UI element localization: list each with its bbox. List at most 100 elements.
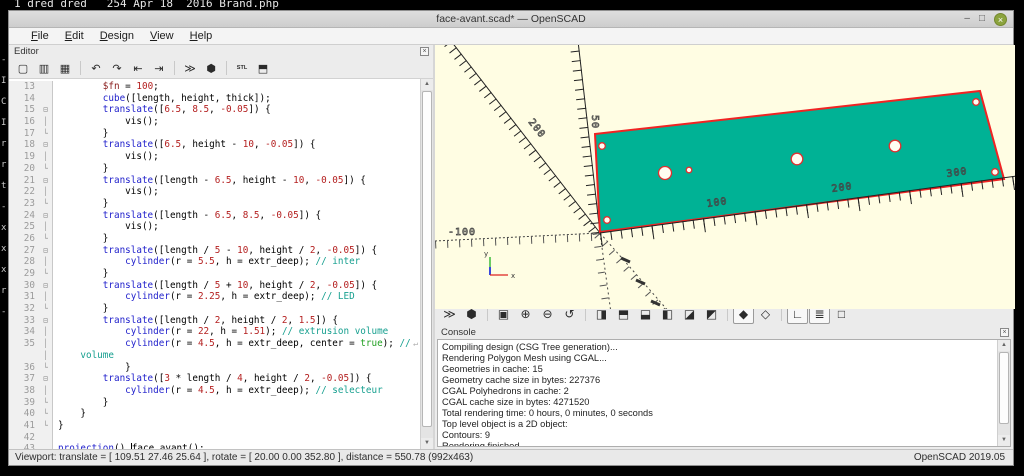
render-icon[interactable]: ⬢ xyxy=(201,59,221,77)
code-line[interactable]: 13 $fn = 100; xyxy=(9,81,420,93)
line-number: 23 xyxy=(9,198,39,210)
fold-marker xyxy=(39,432,53,444)
code-line[interactable]: 22│ vis(); xyxy=(9,186,420,198)
viewport-3d[interactable]: -100 100 200 300 200 50 y x xyxy=(435,45,1013,301)
background-terminal-text: 1 dred dred 254 Apr 18 2016 Brand.php xyxy=(14,0,279,10)
status-bar: Viewport: translate = [ 109.51 27.46 25.… xyxy=(9,449,1013,465)
indent-icon[interactable]: ⇥ xyxy=(149,59,169,77)
code-line[interactable]: 28│ cylinder(r = 5.5, h = extr_deep); //… xyxy=(9,256,420,268)
hole-bottom-left xyxy=(604,217,611,224)
line-wrap-icon: ↵ xyxy=(413,338,418,350)
editor-scrollbar[interactable]: ▲ ▼ xyxy=(420,79,433,449)
code-text: } xyxy=(53,397,108,409)
code-line[interactable]: 35│ cylinder(r = 4.5, h = extr_deep, cen… xyxy=(9,338,420,350)
close-icon[interactable]: × xyxy=(994,13,1007,26)
code-line[interactable]: 25│ vis(); xyxy=(9,221,420,233)
code-line[interactable]: 42 xyxy=(9,432,420,444)
unindent-icon[interactable]: ⇤ xyxy=(128,59,148,77)
console-line: Rendering finished. xyxy=(442,441,996,447)
code-line[interactable]: │ volume xyxy=(9,350,420,362)
line-number: 36 xyxy=(9,362,39,374)
code-line[interactable]: 39└ } xyxy=(9,397,420,409)
code-line[interactable]: 37⊟ translate([3 * length / 4, height / … xyxy=(9,373,420,385)
undo-icon[interactable]: ↶ xyxy=(86,59,106,77)
scroll-down-icon[interactable]: ▼ xyxy=(421,438,433,449)
code-line[interactable]: 17└ } xyxy=(9,128,420,140)
console-scrollbar-thumb[interactable] xyxy=(999,352,1009,424)
fold-marker[interactable]: ⊟ xyxy=(39,175,53,187)
menu-design[interactable]: Design xyxy=(92,30,142,42)
code-line[interactable]: 18⊟ translate([6.5, height - 10, -0.05])… xyxy=(9,139,420,151)
line-number: 42 xyxy=(9,432,39,444)
code-line[interactable]: 30⊟ translate([length / 5 + 10, height /… xyxy=(9,280,420,292)
code-line[interactable]: 15⊟ translate([6.5, 8.5, -0.05]) { xyxy=(9,104,420,116)
title-bar[interactable]: face-avant.scad* — OpenSCAD – □ × xyxy=(9,11,1013,28)
toolbar-separator xyxy=(585,307,586,321)
code-line[interactable]: 36└ } xyxy=(9,362,420,374)
fold-marker[interactable]: ⊟ xyxy=(39,373,53,385)
save-icon[interactable]: ▦ xyxy=(55,59,75,77)
console-scroll-up-icon[interactable]: ▲ xyxy=(998,340,1010,351)
code-text: cylinder(r = 22, h = 1.51); // extrusion… xyxy=(53,326,388,338)
code-line[interactable]: 41└} xyxy=(9,420,420,432)
fold-marker[interactable]: ⊟ xyxy=(39,104,53,116)
code-line[interactable]: 24⊟ translate([length - 6.5, 8.5, -0.05]… xyxy=(9,210,420,222)
code-line[interactable]: 31│ cylinder(r = 2.25, h = extr_deep); /… xyxy=(9,291,420,303)
menu-help[interactable]: Help xyxy=(182,30,221,42)
fold-marker[interactable]: ⊟ xyxy=(39,210,53,222)
fold-marker[interactable]: ⊟ xyxy=(39,315,53,327)
console-scroll-down-icon[interactable]: ▼ xyxy=(998,435,1010,446)
menu-view[interactable]: View xyxy=(142,30,182,42)
code-line[interactable]: 20└ } xyxy=(9,163,420,175)
menu-file[interactable]: File xyxy=(23,30,57,42)
code-line[interactable]: 38│ cylinder(r = 4.5, h = extr_deep); //… xyxy=(9,385,420,397)
hole-bottom-right xyxy=(992,169,999,176)
hole-selecteur xyxy=(889,140,901,152)
code-line[interactable]: 23└ } xyxy=(9,198,420,210)
code-text: translate([6.5, 8.5, -0.05]) { xyxy=(53,104,271,116)
toolbar-separator xyxy=(487,307,488,321)
print-3d-icon[interactable]: ⬒ xyxy=(253,59,273,77)
preview-icon[interactable]: ≫ xyxy=(180,59,200,77)
menu-edit[interactable]: Edit xyxy=(57,30,92,42)
line-number: 39 xyxy=(9,397,39,409)
redo-icon[interactable]: ↷ xyxy=(107,59,127,77)
line-number: 37 xyxy=(9,373,39,385)
fold-marker[interactable]: ⊟ xyxy=(39,139,53,151)
export-stl-icon[interactable]: STL xyxy=(232,59,252,77)
code-line[interactable]: 21⊟ translate([length - 6.5, height - 10… xyxy=(9,175,420,187)
code-line[interactable]: 32└ } xyxy=(9,303,420,315)
code-line[interactable]: 43projection() face_avant(); xyxy=(9,443,420,449)
new-file-icon[interactable]: ▢ xyxy=(13,59,33,77)
code-line[interactable]: 14 cube([length, height, thick]); xyxy=(9,93,420,105)
editor-dock-close-icon[interactable]: × xyxy=(420,47,429,56)
code-line[interactable]: 16│ vis(); xyxy=(9,116,420,128)
code-line[interactable]: 40└ } xyxy=(9,408,420,420)
console-scrollbar[interactable]: ▲ ▼ xyxy=(997,340,1010,446)
scroll-up-icon[interactable]: ▲ xyxy=(421,79,433,90)
console-dock-close-icon[interactable]: × xyxy=(1000,328,1009,337)
window-title: face-avant.scad* — OpenSCAD xyxy=(9,13,1013,25)
restore-icon[interactable]: □ xyxy=(979,12,985,26)
line-number: 14 xyxy=(9,93,39,105)
code-line[interactable]: 33⊟ translate([length / 2, height / 2, 1… xyxy=(9,315,420,327)
console-dock-header: Console × xyxy=(435,326,1013,339)
code-line[interactable]: 29└ } xyxy=(9,268,420,280)
console-output[interactable]: Compiling design (CSG Tree generation)..… xyxy=(437,339,1011,447)
code-line[interactable]: 26└ } xyxy=(9,233,420,245)
code-line[interactable]: 27⊟ translate([length / 5 - 10, height /… xyxy=(9,245,420,257)
code-line[interactable]: 19│ vis(); xyxy=(9,151,420,163)
minimize-icon[interactable]: – xyxy=(964,12,970,26)
fold-marker[interactable]: ⊟ xyxy=(39,245,53,257)
code-text: cylinder(r = 4.5, h = extr_deep, center … xyxy=(53,338,416,350)
line-number: 21 xyxy=(9,175,39,187)
scrollbar-thumb[interactable] xyxy=(422,91,432,427)
line-number: 17 xyxy=(9,128,39,140)
fold-marker[interactable]: ⊟ xyxy=(39,280,53,292)
open-file-icon[interactable]: ▥ xyxy=(34,59,54,77)
code-editor[interactable]: 13 $fn = 100;14 cube([length, height, th… xyxy=(9,79,433,449)
line-number: 20 xyxy=(9,163,39,175)
code-line[interactable]: 34│ cylinder(r = 22, h = 1.51); // extru… xyxy=(9,326,420,338)
line-number: 28 xyxy=(9,256,39,268)
code-text: translate([6.5, height - 10, -0.05]) { xyxy=(53,139,316,151)
